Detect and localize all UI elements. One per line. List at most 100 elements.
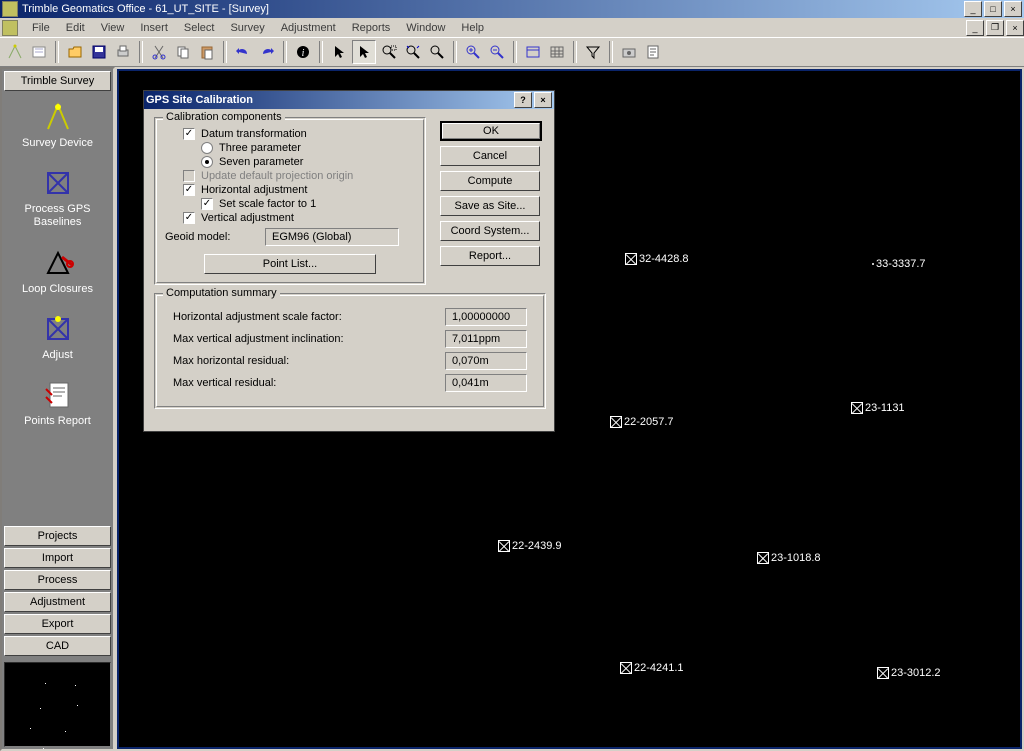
survey-point[interactable]: 33-3337.7 [872,258,926,270]
minimize-button[interactable]: _ [964,1,982,17]
geoid-model-label: Geoid model: [165,231,265,243]
seven-parameter-radio[interactable]: Seven parameter [201,156,415,168]
sidebar-item-label: Process GPS Baselines [2,203,113,229]
three-parameter-radio[interactable]: Three parameter [201,142,415,154]
datum-transformation-checkbox[interactable]: Datum transformation [183,128,415,140]
menu-window[interactable]: Window [398,20,453,36]
save-as-site-button[interactable]: Save as Site... [440,196,540,216]
sidebar-preview [4,662,111,747]
doc-sys-icon[interactable] [2,20,18,36]
dialog-help-button[interactable]: ? [514,92,532,108]
menu-insert[interactable]: Insert [132,20,176,36]
cancel-button[interactable]: Cancel [440,146,540,166]
menu-reports[interactable]: Reports [344,20,399,36]
survey-point[interactable]: 32-4428.8 [625,253,689,265]
survey-point[interactable]: 23-3012.2 [877,667,941,679]
sidebar-item-loop-closures[interactable]: Loop Closures [2,239,113,305]
tool-map-icon[interactable] [28,41,50,63]
group-label: Computation summary [163,287,280,299]
tool-copy-icon[interactable] [172,41,194,63]
tool-paste-icon[interactable] [196,41,218,63]
tool-undo-icon[interactable] [232,41,254,63]
tool-camera-icon[interactable] [618,41,640,63]
sidebar-btn-export[interactable]: Export [4,614,111,634]
sidebar-item-label: Points Report [2,415,113,427]
app-title: Trimble Geomatics Office - 61_UT_SITE - … [22,3,269,15]
tool-pointer-icon[interactable] [328,41,350,63]
menu-select[interactable]: Select [176,20,223,36]
tool-devices-icon[interactable] [4,41,26,63]
sidebar: Trimble Survey Survey Device Process GPS… [0,67,115,751]
tool-open-icon[interactable] [64,41,86,63]
survey-point[interactable]: 22-2057.7 [610,416,674,428]
computation-summary-group: Computation summary Horizontal adjustmen… [154,293,546,409]
sidebar-btn-adjustment[interactable]: Adjustment [4,592,111,612]
survey-point[interactable]: 23-1018.8 [757,552,821,564]
ok-button[interactable]: OK [440,121,542,141]
menu-adjustment[interactable]: Adjustment [273,20,344,36]
adjust-icon [42,313,74,345]
tool-zoom-extents-icon[interactable] [402,41,424,63]
sidebar-item-points-report[interactable]: Points Report [2,371,113,437]
sidebar-item-survey-device[interactable]: Survey Device [2,93,113,159]
child-restore-button[interactable]: ❐ [986,20,1004,36]
menu-survey[interactable]: Survey [222,20,272,36]
tool-zoom-in-icon[interactable] [462,41,484,63]
tool-print-icon[interactable] [112,41,134,63]
sidebar-btn-process[interactable]: Process [4,570,111,590]
tool-filter-icon[interactable] [582,41,604,63]
tool-grid-icon[interactable] [546,41,568,63]
survey-point[interactable]: 22-4241.1 [620,662,684,674]
app-titlebar: Trimble Geomatics Office - 61_UT_SITE - … [0,0,1024,18]
sidebar-btn-projects[interactable]: Projects [4,526,111,546]
menu-edit[interactable]: Edit [58,20,93,36]
sidebar-btn-cad[interactable]: CAD [4,636,111,656]
summary-label: Max vertical adjustment inclination: [173,333,344,345]
coord-system-button[interactable]: Coord System... [440,221,540,241]
horizontal-adjustment-checkbox[interactable]: Horizontal adjustment [183,184,415,196]
sidebar-item-process-gps[interactable]: Process GPS Baselines [2,159,113,239]
tool-zoom-window-icon[interactable] [378,41,400,63]
menu-file[interactable]: File [24,20,58,36]
survey-point[interactable]: 22-2439.9 [498,540,562,552]
dialog-close-button[interactable]: × [534,92,552,108]
vertical-adjustment-checkbox[interactable]: Vertical adjustment [183,212,415,224]
svg-text:i: i [302,48,305,59]
toolbar: i [0,37,1024,67]
sidebar-item-adjust[interactable]: Adjust [2,305,113,371]
scale-factor-checkbox[interactable]: Set scale factor to 1 [201,198,415,210]
report-button[interactable]: Report... [440,246,540,266]
tool-zoom-out-icon[interactable] [486,41,508,63]
menu-view[interactable]: View [93,20,133,36]
dialog-titlebar[interactable]: GPS Site Calibration ? × [144,91,554,109]
dialog-title: GPS Site Calibration [146,94,253,106]
summary-value: 0,041m [445,374,527,392]
child-minimize-button[interactable]: _ [966,20,984,36]
tool-window-icon[interactable] [522,41,544,63]
tool-report-icon[interactable] [642,41,664,63]
geoid-model-field: EGM96 (Global) [265,228,399,246]
group-label: Calibration components [163,111,285,123]
summary-label: Horizontal adjustment scale factor: [173,311,342,323]
survey-point[interactable]: 23-1131 [851,402,905,414]
sidebar-item-label: Adjust [2,349,113,361]
tool-cut-icon[interactable] [148,41,170,63]
compute-button[interactable]: Compute [440,171,540,191]
child-close-button[interactable]: × [1006,20,1024,36]
calibration-components-group: Calibration components Datum transformat… [154,117,426,285]
loop-closures-icon [42,247,74,279]
sidebar-btn-import[interactable]: Import [4,548,111,568]
tool-pan-icon[interactable] [426,41,448,63]
sidebar-tab[interactable]: Trimble Survey [4,71,111,91]
close-button[interactable]: × [1004,1,1022,17]
tool-redo-icon[interactable] [256,41,278,63]
tool-pointer-select-icon[interactable] [352,40,376,64]
gps-calibration-dialog: GPS Site Calibration ? × OK Cancel Compu… [143,90,555,432]
update-projection-checkbox: Update default projection origin [183,170,415,182]
summary-value: 1,00000000 [445,308,527,326]
tool-info-icon[interactable]: i [292,41,314,63]
menu-help[interactable]: Help [453,20,492,36]
tool-save-icon[interactable] [88,41,110,63]
point-list-button[interactable]: Point List... [204,254,376,274]
maximize-button[interactable]: □ [984,1,1002,17]
